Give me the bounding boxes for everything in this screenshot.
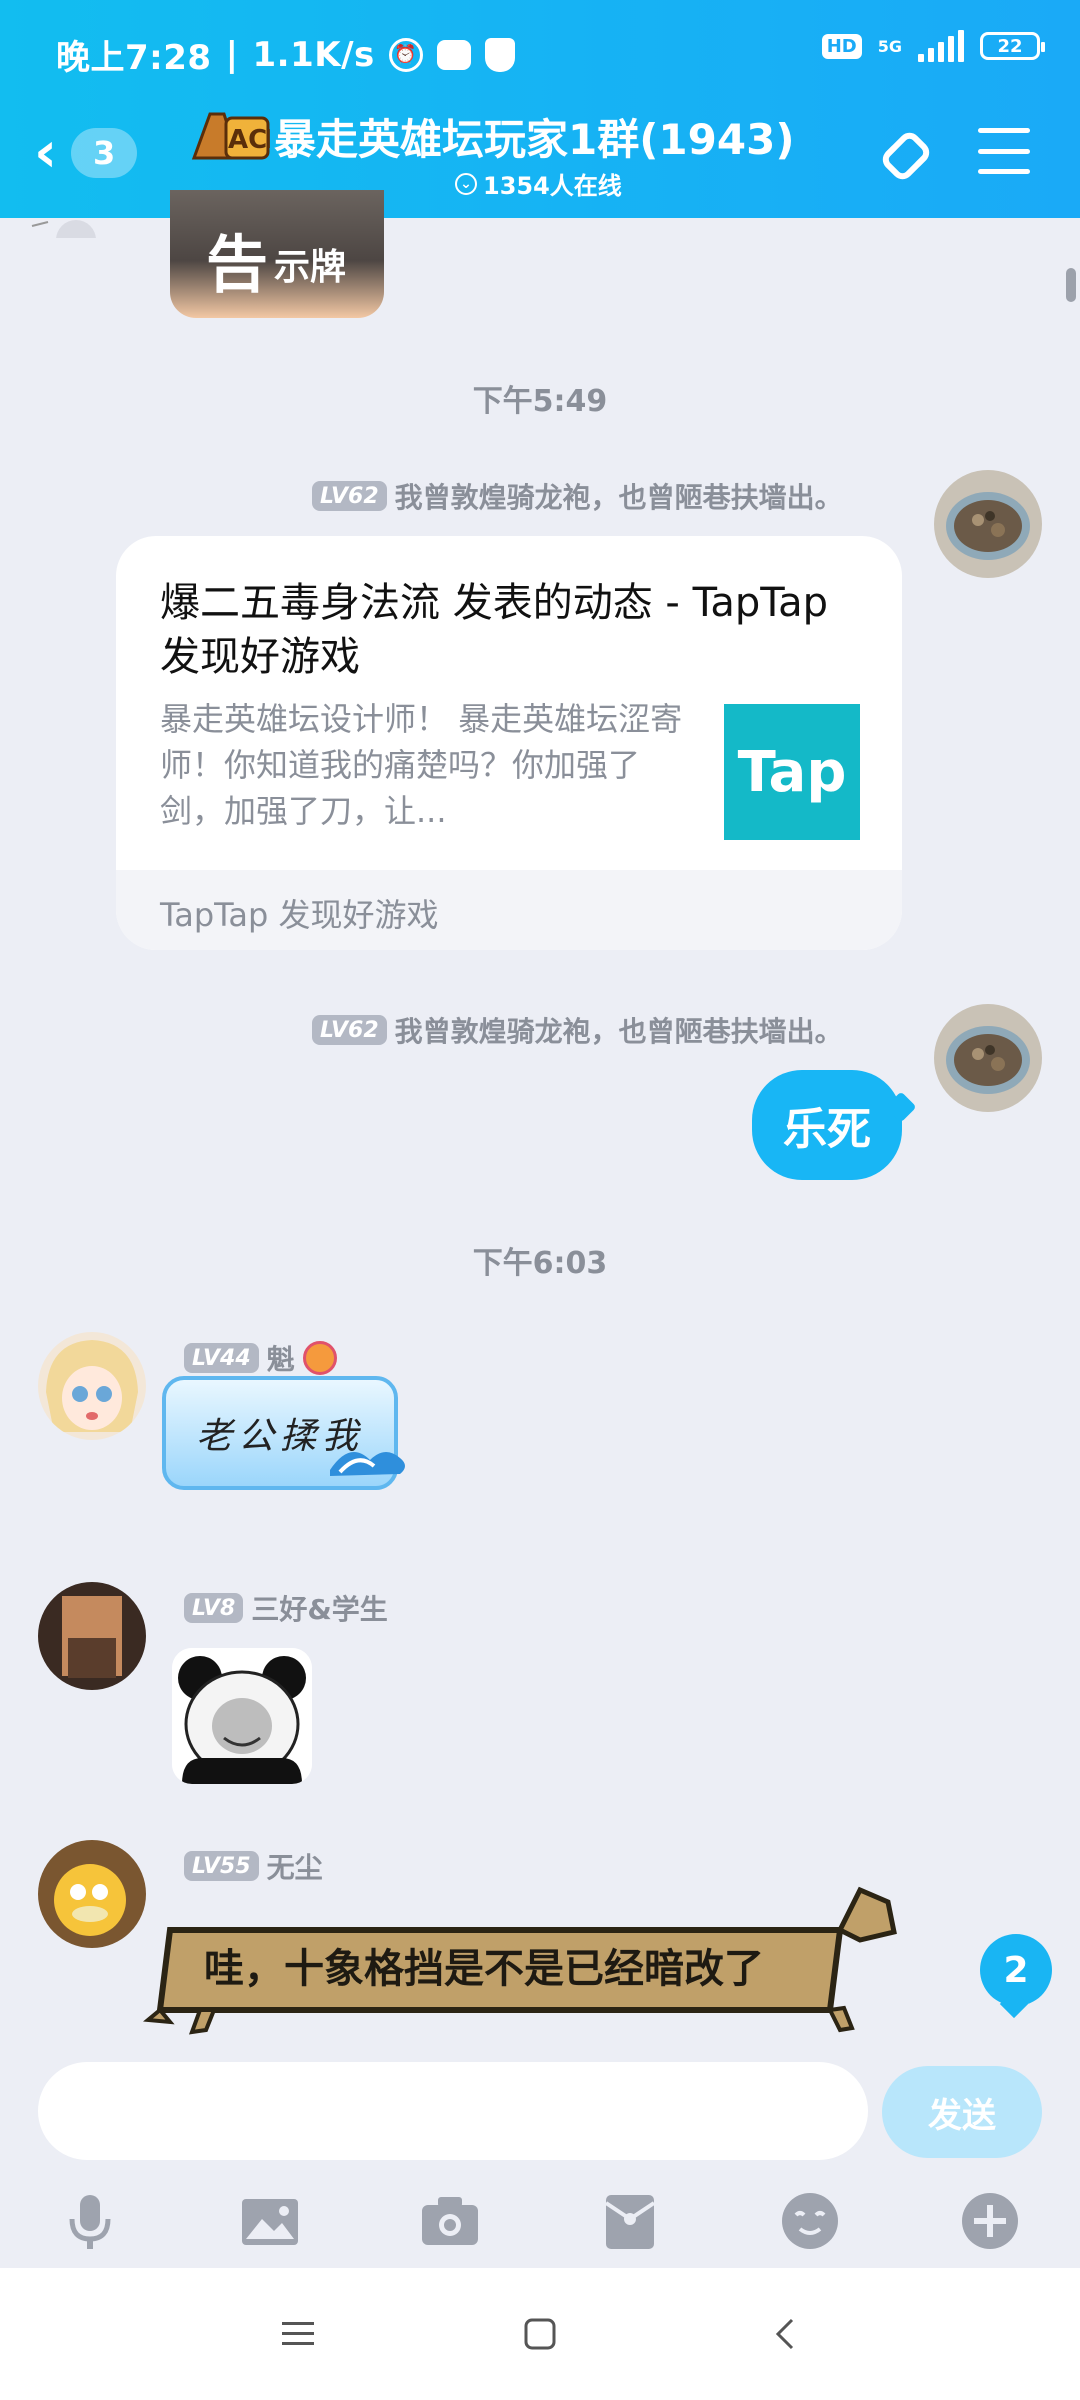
- taptap-logo-icon: Tap: [724, 704, 860, 840]
- camera-icon[interactable]: [415, 2186, 485, 2256]
- message-bubble[interactable]: 乐死: [752, 1070, 902, 1180]
- level-badge: LV44: [184, 1343, 259, 1373]
- signal-icon: [918, 30, 964, 62]
- group-title: 暴走英雄坛玩家1群(1943): [274, 115, 795, 164]
- scrollbar[interactable]: [1066, 268, 1076, 302]
- ace-logo-icon: ACE: [191, 112, 270, 160]
- shield-icon: [484, 37, 515, 72]
- sender-row: LV62 我曾敦煌骑龙袍，也曾陋巷扶墙出。: [312, 476, 843, 516]
- notice-small-text: 示牌: [274, 247, 347, 288]
- level-badge: LV62: [312, 1015, 387, 1045]
- wave-decoration-icon: [330, 1451, 405, 1476]
- menu-icon[interactable]: [978, 128, 1030, 174]
- back-button[interactable]: ‹ 3: [34, 118, 154, 188]
- avatar[interactable]: [38, 1332, 146, 1440]
- timestamp: 下午6:03: [472, 1246, 608, 1281]
- link-card-title: 爆二五毒身法流 发表的动态 - TapTap 发现好游戏: [160, 580, 829, 680]
- partial-avatar: [31, 220, 96, 238]
- logo-text: ACE: [228, 125, 270, 155]
- image-icon[interactable]: [235, 2186, 305, 2256]
- menu-icon[interactable]: [268, 2304, 328, 2364]
- back-icon[interactable]: [756, 2304, 816, 2364]
- sender-name: 我曾敦煌骑龙袍，也曾陋巷扶墙出。: [394, 481, 843, 514]
- wechat-icon: [436, 39, 471, 70]
- link-card-footer: TapTap 发现好游戏: [116, 870, 902, 950]
- avatar[interactable]: [934, 1004, 1042, 1112]
- home-icon[interactable]: [510, 2304, 570, 2364]
- chevron-left-icon: ‹: [34, 120, 58, 185]
- sender-row: LV8 三好&学生: [184, 1588, 388, 1628]
- level-badge: LV62: [312, 481, 387, 511]
- red-packet-icon[interactable]: [595, 2186, 665, 2256]
- plus-icon[interactable]: [955, 2186, 1025, 2256]
- send-button[interactable]: 发送: [882, 2066, 1042, 2158]
- chat-toolbar: [0, 2170, 1080, 2270]
- microphone-icon[interactable]: [55, 2186, 125, 2256]
- sender-row: LV62 我曾敦煌骑龙袍，也曾陋巷扶墙出。: [312, 1010, 843, 1050]
- online-count-text: 1354人在线: [483, 172, 622, 200]
- timestamp: 下午5:49: [472, 384, 608, 419]
- sender-name: 魁: [266, 1343, 295, 1376]
- avatar[interactable]: [38, 1582, 146, 1690]
- sender-name: 我曾敦煌骑龙袍，也曾陋巷扶墙出。: [394, 1015, 843, 1048]
- link-card-description: 暴走英雄坛设计师！ 暴走英雄坛涩寄师！你知道我的痛楚吗？你加强了剑，加强了刀，让…: [160, 700, 683, 830]
- unread-count-badge: 3: [71, 128, 138, 178]
- notice-big-text: 告: [206, 228, 269, 301]
- link-icon[interactable]: [874, 124, 938, 188]
- notice-sticker[interactable]: 告 示牌: [170, 190, 384, 318]
- avatar[interactable]: [38, 1840, 146, 1948]
- message-input[interactable]: [38, 2062, 868, 2160]
- status-bar: 晚上7:28 | 1.1K/s ⏰ HD 5G 22: [0, 0, 1080, 100]
- sender-row: LV44 魁: [184, 1338, 337, 1378]
- level-badge: LV8: [184, 1593, 244, 1623]
- online-count: ⌄ 1354人在线: [455, 166, 622, 201]
- new-messages-badge[interactable]: 2: [980, 1934, 1052, 2006]
- system-nav-bar: [0, 2268, 1080, 2400]
- panda-sticker[interactable]: [172, 1648, 312, 1784]
- sender-name: 三好&学生: [251, 1593, 388, 1626]
- battery-icon: 22: [980, 32, 1045, 60]
- emoji-badge-icon: [302, 1341, 337, 1375]
- link-card[interactable]: 爆二五毒身法流 发表的动态 - TapTap 发现好游戏 暴走英雄坛设计师！ 暴…: [116, 536, 902, 950]
- emoji-icon[interactable]: [775, 2186, 845, 2256]
- network-speed: 1.1K/s: [252, 34, 375, 75]
- alarm-icon: ⏰: [388, 37, 423, 72]
- chevron-down-circle-icon: ⌄: [455, 172, 477, 195]
- level-badge: LV55: [184, 1851, 259, 1881]
- battery-level: 22: [997, 35, 1023, 57]
- network-type: 5G: [877, 36, 902, 56]
- link-card-source: TapTap 发现好游戏: [160, 896, 439, 934]
- status-time: 晚上7:28: [56, 38, 212, 78]
- hd-badge: HD: [821, 33, 862, 59]
- avatar[interactable]: [934, 470, 1042, 578]
- message-text: 哇，十象格挡是不是已经暗改了: [204, 1946, 764, 1992]
